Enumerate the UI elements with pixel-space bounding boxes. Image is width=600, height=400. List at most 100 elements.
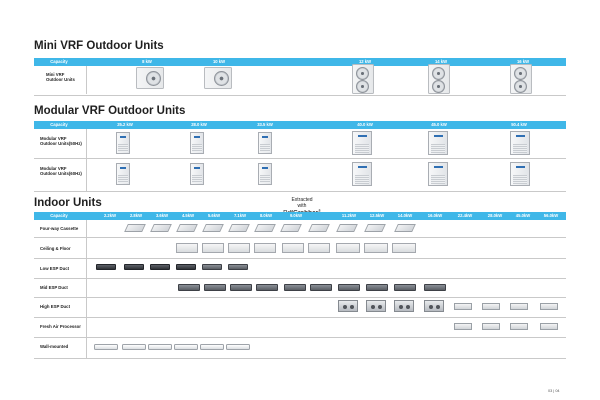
mid-esp-duct-unit — [394, 284, 416, 291]
mini-vrf-unit-10kw — [204, 67, 232, 89]
modular-vrf-title: Modular VRF Outdoor Units — [34, 105, 186, 117]
mid-esp-duct-unit — [338, 284, 360, 291]
indoor-units-title: Indoor Units — [34, 197, 102, 209]
high-esp-duct-unit — [394, 300, 414, 312]
fresh-air-processor-unit — [482, 323, 500, 330]
cassette-unit — [280, 224, 302, 232]
high-esp-duct-unit — [482, 303, 500, 310]
indoor-cap-7.1: 7.1kW — [233, 213, 247, 218]
wall-mounted-unit — [226, 344, 250, 350]
cassette-unit — [254, 224, 276, 232]
indoor-cap-2.8: 2.8kW — [129, 213, 143, 218]
cassette-unit — [308, 224, 330, 232]
mid-esp-duct-unit — [230, 284, 252, 291]
modular-cap-40: 40.0 kW — [357, 122, 373, 127]
low-esp-duct-unit — [228, 264, 248, 270]
mini-vrf-title: Mini VRF Outdoor Units — [34, 40, 164, 52]
low-esp-duct-unit — [150, 264, 170, 270]
row-label-four-way-cassette: Four-way Cassette — [40, 226, 79, 231]
fresh-air-processor-unit — [540, 323, 558, 330]
cassette-unit — [124, 224, 146, 232]
cassette-unit — [150, 224, 172, 232]
fresh-air-processor-unit — [454, 323, 472, 330]
wall-mounted-unit — [148, 344, 172, 350]
indoor-cap-4.5: 4.5kW — [181, 213, 195, 218]
indoor-cap-45.0: 45.0kW — [515, 213, 531, 218]
mini-row-label: Mini VRF Outdoor Units — [46, 72, 75, 83]
mini-capacity-header: Capacity 8 kW 10 kW 12 kW 14 kW 16 kW — [34, 58, 566, 66]
wall-mounted-unit — [200, 344, 224, 350]
modular-row-60hz-label: Modular VRF Outdoor Units(60Hz) — [40, 166, 82, 177]
mid-esp-duct-unit — [424, 284, 446, 291]
indoor-cap-5.6: 5.6kW — [207, 213, 221, 218]
modular-cap-28: 28.0 kW — [191, 122, 207, 127]
modular-unit-60hz-45kw — [428, 162, 448, 186]
fresh-air-processor-unit — [510, 323, 528, 330]
row-label-mid-esp-duct: Mid ESP Duct — [40, 285, 68, 290]
ceiling-floor-unit — [364, 243, 388, 253]
row-label-high-esp-duct: High ESP Duct — [40, 304, 71, 309]
ceiling-floor-unit — [392, 243, 416, 253]
mini-capacity-label: Capacity — [50, 59, 68, 64]
indoor-cap-14.0: 14.0kW — [397, 213, 413, 218]
indoor-divider-7 — [34, 358, 566, 359]
mini-vrf-unit-14kw — [428, 64, 450, 94]
mini-vrf-unit-12kw — [352, 64, 374, 94]
high-esp-duct-unit — [454, 303, 472, 310]
wall-mounted-unit — [174, 344, 198, 350]
modular-col-divider — [86, 129, 87, 191]
mini-col-divider — [86, 66, 87, 94]
indoor-divider-5 — [34, 317, 566, 318]
mid-esp-duct-unit — [178, 284, 200, 291]
indoor-capacity-label: Capacity — [50, 213, 68, 218]
low-esp-duct-unit — [202, 264, 222, 270]
row-label-ceiling-floor: Ceiling & Floor — [40, 246, 71, 251]
modular-capacity-header: Capacity 25.2 kW 28.0 kW 33.5 kW 40.0 kW… — [34, 121, 566, 129]
modular-unit-50hz-28kw — [190, 132, 204, 154]
high-esp-duct-unit — [540, 303, 558, 310]
row-label-low-esp-duct: Low ESP Duct — [40, 266, 70, 271]
modular-unit-50hz-25kw — [116, 132, 130, 154]
indoor-cap-16.0: 16.0kW — [427, 213, 443, 218]
indoor-divider-2 — [34, 258, 566, 259]
row-label-wall-mounted: Wall-mounted — [40, 344, 69, 349]
mini-vrf-unit-8kw — [136, 67, 164, 89]
cassette-unit — [176, 224, 198, 232]
modular-cap-50: 50.4 kW — [511, 122, 527, 127]
ceiling-floor-unit — [228, 243, 250, 253]
low-esp-duct-unit — [96, 264, 116, 270]
low-esp-duct-unit — [124, 264, 144, 270]
mini-vrf-unit-16kw — [510, 64, 532, 94]
modular-unit-60hz-50kw — [510, 162, 530, 186]
indoor-cap-12.5: 12.5kW — [369, 213, 385, 218]
modular-capacity-label: Capacity — [50, 122, 68, 127]
cassette-unit — [202, 224, 224, 232]
high-esp-duct-unit — [510, 303, 528, 310]
mini-cap-10: 10 kW — [212, 59, 226, 64]
high-esp-duct-unit — [338, 300, 358, 312]
modular-unit-50hz-40kw — [352, 131, 372, 155]
modular-unit-60hz-28kw — [190, 163, 204, 185]
mini-cap-8: 8 kW — [142, 59, 152, 64]
modular-unit-60hz-40kw — [352, 162, 372, 186]
modular-unit-50hz-50kw — [510, 131, 530, 155]
cassette-unit — [228, 224, 250, 232]
indoor-divider-4 — [34, 297, 566, 298]
modular-cap-33: 33.5 kW — [257, 122, 273, 127]
high-esp-duct-unit — [424, 300, 444, 312]
indoor-capacity-header: Capacity 2.2kW 2.8kW 3.6kW 4.5kW 5.6kW 7… — [34, 212, 566, 220]
mid-esp-duct-unit — [204, 284, 226, 291]
cassette-unit — [336, 224, 358, 232]
modular-row-divider — [34, 158, 566, 159]
indoor-cap-8.0: 8.0kW — [259, 213, 273, 218]
modular-row-50hz-label: Modular VRF Outdoor Units(50Hz) — [40, 136, 82, 147]
modular-unit-50hz-45kw — [428, 131, 448, 155]
ceiling-floor-unit — [254, 243, 276, 253]
low-esp-duct-unit — [176, 264, 196, 270]
ceiling-floor-unit — [308, 243, 330, 253]
modular-unit-60hz-33kw — [258, 163, 272, 185]
indoor-cap-56.0: 56.0kW — [543, 213, 559, 218]
indoor-cap-28.0: 28.0kW — [487, 213, 503, 218]
ceiling-floor-unit — [282, 243, 304, 253]
indoor-cap-11.2: 11.2kW — [341, 213, 357, 218]
